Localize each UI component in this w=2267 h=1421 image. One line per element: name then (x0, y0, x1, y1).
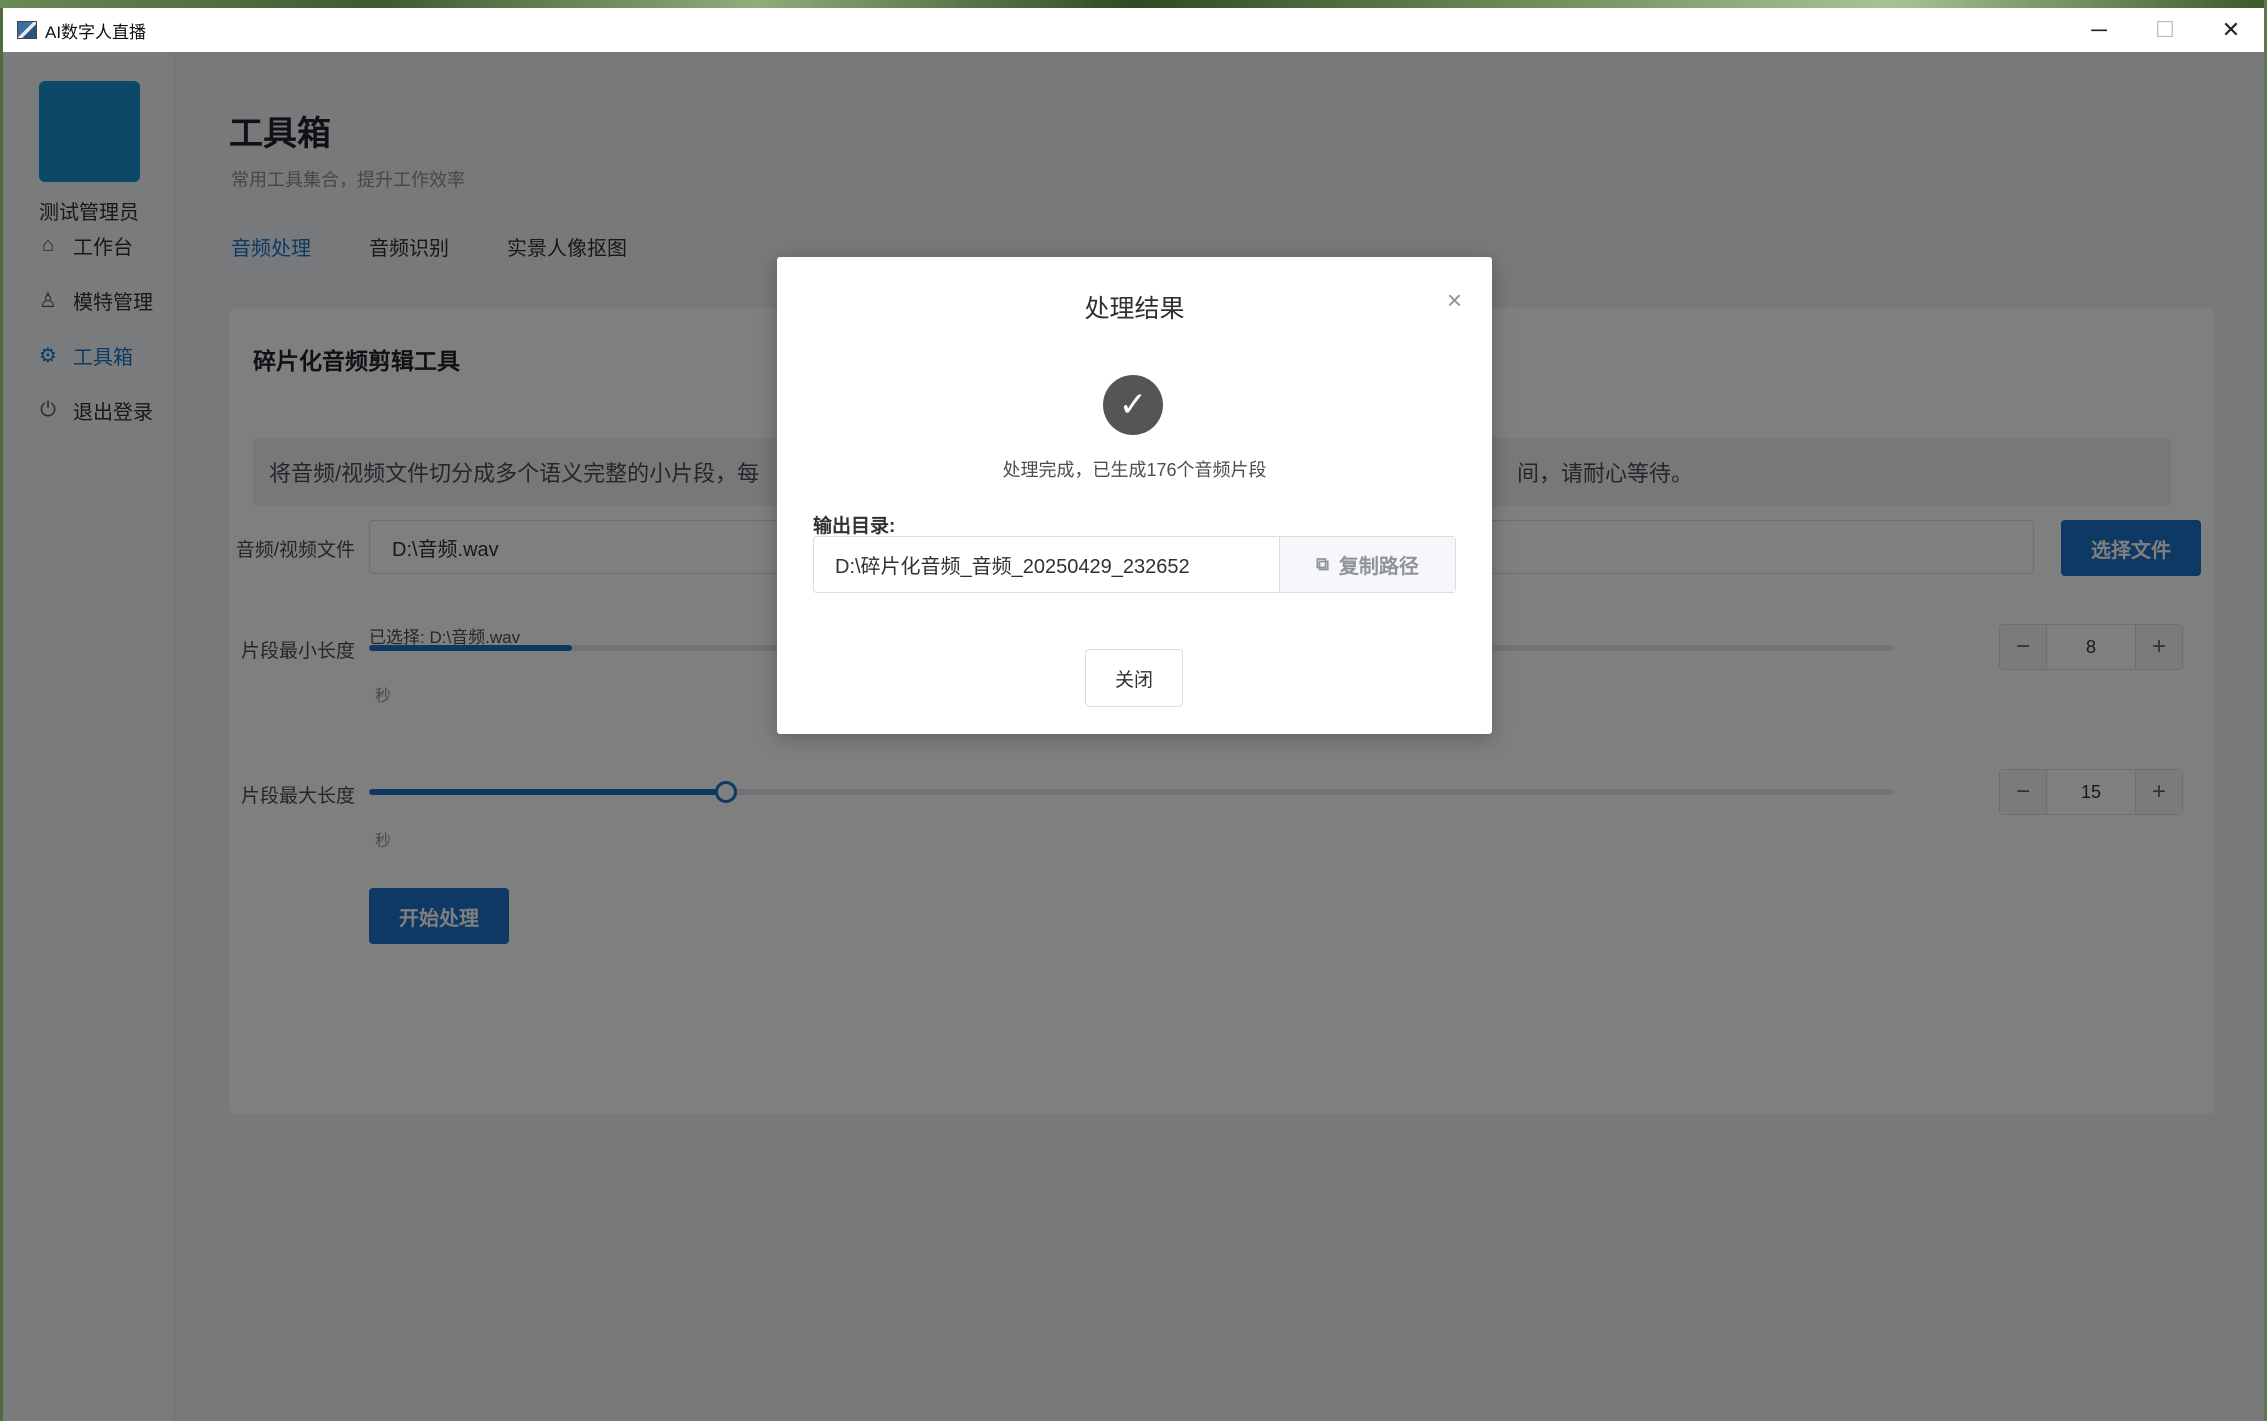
check-circle-icon: ✓ (1103, 375, 1163, 435)
result-dialog: 处理结果 × ✓ 处理完成，已生成176个音频片段 输出目录: D:\碎片化音频… (777, 257, 1492, 734)
minimize-button[interactable]: ─ (2066, 8, 2132, 52)
copy-path-label: 复制路径 (1338, 556, 1419, 578)
copy-icon: ⧉ (1316, 554, 1329, 574)
copy-path-button[interactable]: ⧉ 复制路径 (1279, 537, 1455, 592)
app-logo-icon (17, 21, 37, 39)
desktop-background (0, 0, 2267, 8)
window-title: AI数字人直播 (45, 22, 147, 42)
close-dialog-button[interactable]: 关闭 (1085, 649, 1183, 707)
window-controls: ─ ☐ ✕ (2066, 8, 2264, 52)
dialog-title: 处理结果 (1084, 295, 1185, 323)
output-path-field[interactable]: D:\碎片化音频_音频_20250429_232652 (814, 537, 1279, 592)
title-bar[interactable]: AI数字人直播 ─ ☐ ✕ (3, 8, 2264, 52)
close-window-button[interactable]: ✕ (2198, 8, 2264, 52)
output-dir-group: D:\碎片化音频_音频_20250429_232652 ⧉ 复制路径 (813, 536, 1456, 593)
app-window: AI数字人直播 ─ ☐ ✕ 测试管理员 ⌂ 工作台 ♙ 模特管理 ⚙ 工具箱 ⏻ (3, 8, 2264, 1421)
output-dir-label: 输出目录: (813, 516, 896, 537)
result-message: 处理完成，已生成176个音频片段 (1002, 460, 1267, 480)
maximize-button[interactable]: ☐ (2132, 8, 2198, 52)
close-icon[interactable]: × (1447, 285, 1462, 316)
